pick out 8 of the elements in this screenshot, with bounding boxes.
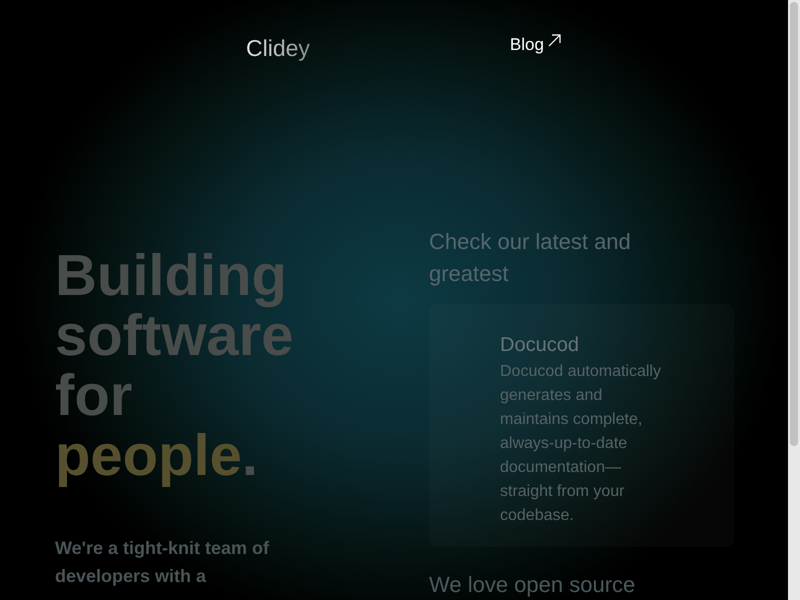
product-description: Docucod automatically generates and maintains complete, always-up-to-date documentation—straight from your codebase. [500,362,662,526]
intro-text: We're a tight-knit team of developers with a [55,537,270,588]
section-heading: Check our latest and greatest [429,228,632,288]
hero-heading: Building software for people. [55,246,295,486]
section-heading: We love open source [429,571,636,599]
scrollbar[interactable] [788,0,800,600]
product-title: Docucod [500,333,580,358]
blog-link[interactable]: Blog [510,32,561,56]
